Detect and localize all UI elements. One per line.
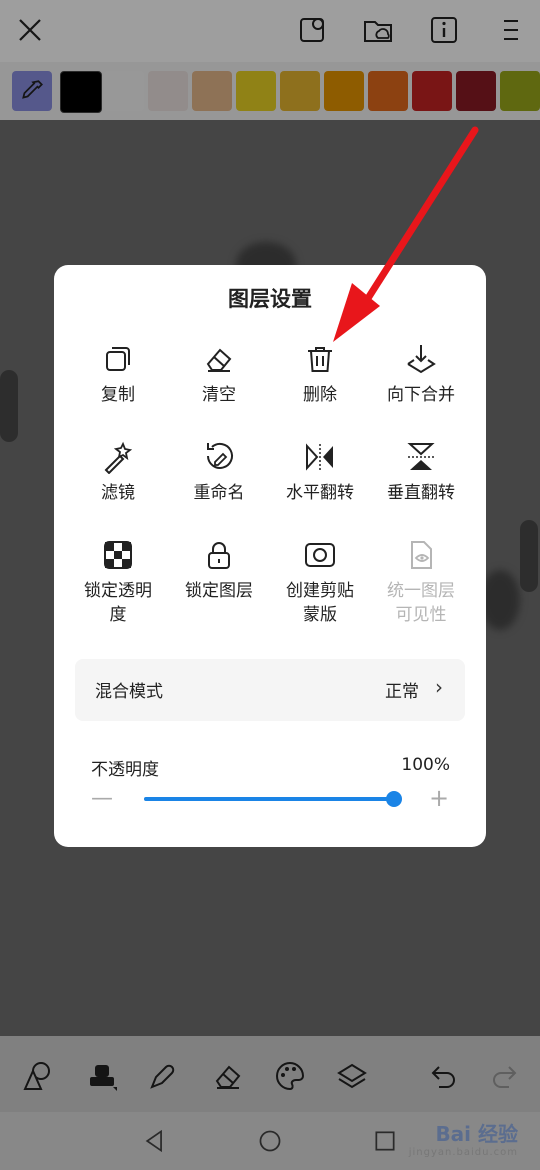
menu-icon[interactable] [490,10,530,50]
bottom-toolbar [0,1036,540,1112]
clear-label: 清空 [202,385,236,405]
lock-transparency-button[interactable]: 锁定透明 度 [64,537,172,627]
selection-shapes-icon[interactable] [18,1056,58,1096]
trash-icon [266,341,374,377]
flip-vertical-icon [367,439,475,475]
flip-vertical-button[interactable]: 垂直翻转 [367,439,475,505]
duplicate-layer-button[interactable]: 复制 [64,341,172,407]
color-swatch[interactable] [368,71,408,111]
flip-horizontal-label: 水平翻转 [286,483,354,503]
clear-layer-button[interactable]: 清空 [165,341,273,407]
color-swatch[interactable] [280,71,320,111]
duplicate-icon [64,341,172,377]
color-swatch[interactable] [104,71,144,111]
top-toolbar [0,0,540,62]
unify-visibility-button: 统一图层 可见性 [367,537,475,627]
rename-icon [165,439,273,475]
filter-label: 滤镜 [101,483,135,503]
clipping-mask-icon [266,537,374,573]
watermark-main: Bai 经验 [435,1122,518,1146]
opacity-slider[interactable] [144,791,402,807]
chevron-right-icon: › [435,675,443,699]
color-swatch[interactable] [324,71,364,111]
opacity-decrease-button[interactable]: — [91,787,113,811]
color-swatch[interactable] [412,71,452,111]
lock-layer-label: 锁定图层 [185,581,253,601]
color-swatch[interactable] [456,71,496,111]
eyedropper-icon[interactable] [12,71,52,111]
magic-wand-icon [64,439,172,475]
baidu-watermark: Bai 经验 jingyan.baidu.com [409,1118,518,1158]
opacity-label: 不透明度 [91,760,159,780]
color-swatch[interactable] [500,71,540,111]
brush-stroke [480,570,520,630]
info-icon[interactable] [424,10,464,50]
nav-recents-icon[interactable] [370,1126,400,1156]
opacity-increase-button[interactable]: + [428,785,450,811]
flip-vertical-label: 垂直翻转 [387,483,455,503]
redo-icon[interactable] [484,1056,524,1096]
flip-horizontal-button[interactable]: 水平翻转 [266,439,374,505]
delete-layer-button[interactable]: 删除 [266,341,374,407]
dialog-title: 图层设置 [228,287,312,311]
eraser-icon[interactable] [208,1056,248,1096]
duplicate-label: 复制 [101,385,135,405]
color-swatch[interactable] [60,71,102,113]
blend-mode-label: 混合模式 [95,682,163,702]
clipping-mask-label: 创建剪贴 蒙版 [286,581,354,625]
lock-layer-button[interactable]: 锁定图层 [165,537,273,603]
merge-down-button[interactable]: 向下合并 [367,341,475,407]
unify-visibility-label: 统一图层 可见性 [387,581,455,625]
undo-icon[interactable] [424,1056,464,1096]
smudge-tool-icon[interactable] [143,1056,183,1096]
opacity-value: 100% [401,755,450,775]
lock-transparency-label: 锁定透明 度 [84,581,152,625]
brush-tool-icon[interactable] [82,1056,122,1096]
color-swatch[interactable] [148,71,188,111]
lock-icon [165,537,273,573]
rename-button[interactable]: 重命名 [165,439,273,505]
nav-back-icon[interactable] [140,1126,170,1156]
document-eye-icon [367,537,475,573]
blend-mode-value: 正常 [385,682,419,702]
rename-label: 重命名 [193,483,245,503]
color-swatch[interactable] [236,71,276,111]
blend-mode-row[interactable]: 混合模式 正常 › [75,659,465,721]
eraser-icon [165,341,273,377]
folder-cloud-icon[interactable] [358,10,398,50]
close-icon[interactable] [10,10,50,50]
merge-down-label: 向下合并 [387,385,455,405]
delete-label: 删除 [303,385,337,405]
layer-settings-dialog: 图层设置 复制 清空 删除 向下合并 滤镜 重命名 水平翻转 垂直翻转 锁定透明… [54,265,486,847]
nav-home-icon[interactable] [255,1126,285,1156]
opacity-slider-thumb[interactable] [386,791,402,807]
flip-horizontal-icon [266,439,374,475]
left-brush-size-handle[interactable] [0,370,18,442]
merge-down-icon [367,341,475,377]
filter-button[interactable]: 滤镜 [64,439,172,505]
layers-icon[interactable] [332,1056,372,1096]
color-swatch[interactable] [192,71,232,111]
color-palette-icon[interactable] [270,1056,310,1096]
checkerboard-icon [64,537,172,573]
shapes-icon[interactable] [292,10,332,50]
clipping-mask-button[interactable]: 创建剪贴 蒙版 [266,537,374,627]
opacity-slider-fill [144,797,394,801]
watermark-url: jingyan.baidu.com [408,1147,518,1158]
right-opacity-handle[interactable] [520,520,538,592]
color-palette [0,62,540,120]
